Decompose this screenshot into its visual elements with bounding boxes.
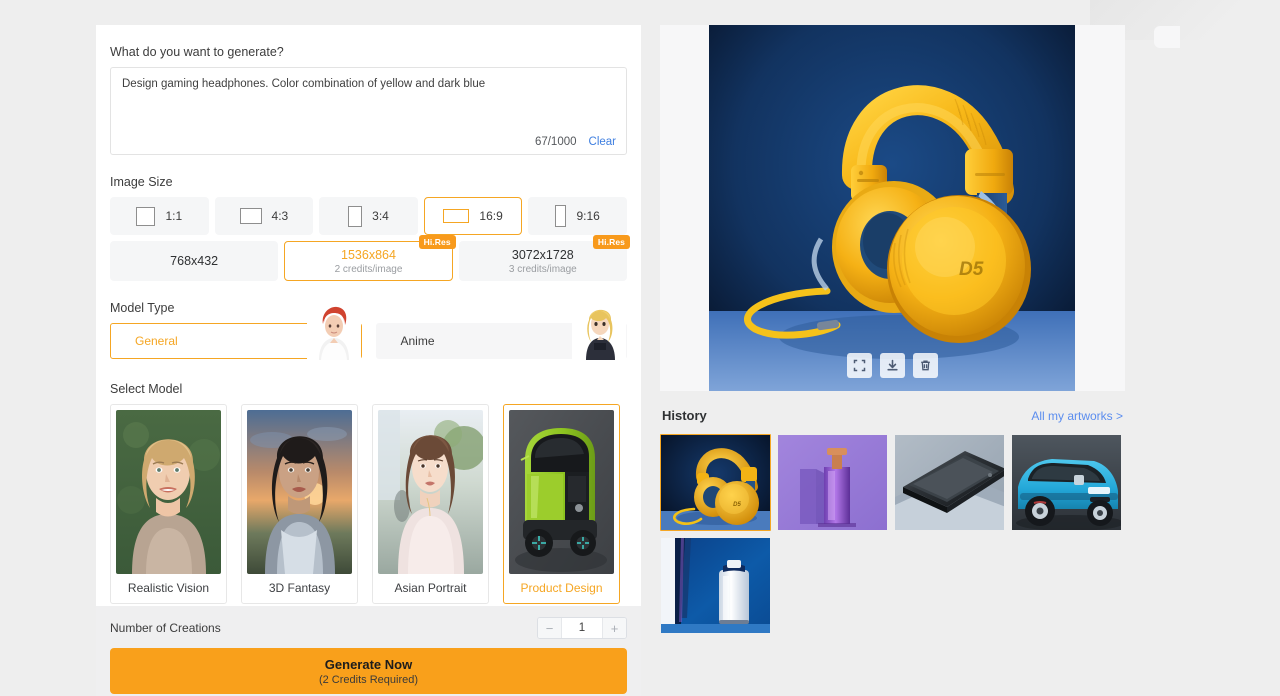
model-thumbnail [378,410,483,574]
svg-text:D5: D5 [733,502,741,508]
generated-image-preview[interactable]: D5 [709,25,1075,391]
creations-label: Number of Creations [110,621,221,635]
ratio-label: 4:3 [271,209,289,223]
trash-icon[interactable] [913,353,938,378]
history-item-purple-perfume-bottle[interactable] [777,434,888,531]
landscape-ratio-icon [239,208,262,224]
history-title: History [662,408,707,423]
resolution-size: 3072x1728 [511,247,574,262]
creations-row: Number of Creations − 1 + [110,616,627,640]
ratio-option-4-3[interactable]: 4:3 [214,197,314,235]
all-my-artworks-link[interactable]: All my artworks > [1031,409,1123,423]
history-thumbnail [661,538,770,633]
model-type-name: Anime [400,334,435,348]
download-icon[interactable] [880,353,905,378]
history-thumbnail [778,435,887,530]
anime-model-avatar [572,300,626,360]
model-type-options: General Anime [110,300,627,360]
clear-prompt-button[interactable]: Clear [589,136,616,148]
ratio-label: 3:4 [372,209,389,223]
prompt-label: What do you want to generate? [110,45,284,59]
app-root: What do you want to generate? Design gam… [0,0,1280,696]
resolution-option-768x432[interactable]: 768x432 [110,241,279,281]
headphone-logo: D5 [959,259,984,280]
model-name: Realistic Vision [127,581,210,595]
generate-subtitle: (2 Credits Required) [318,673,419,686]
prompt-text-value[interactable]: Design gaming headphones. Color combinat… [122,76,614,93]
model-name: Asian Portrait [394,581,467,595]
portrait-ratio-icon [348,205,363,227]
resolution-option-3072x1728[interactable]: Hi.Res 3072x1728 3 credits/image [458,235,630,281]
history-thumbnail: D5 [661,435,770,530]
model-type-label: Model Type [110,301,175,315]
model-list: Realistic Vision 3D Fantasy Asian Portra… [110,404,627,604]
generate-bar: Number of Creations − 1 + Generate Now (… [96,606,641,696]
model-card-3d-fantasy[interactable]: 3D Fantasy [241,404,358,604]
model-card-realistic-vision[interactable]: Realistic Vision [110,404,227,604]
tall-ratio-icon [555,205,567,227]
model-card-asian-portrait[interactable]: Asian Portrait [372,404,489,604]
creations-decrement-button[interactable]: − [538,618,561,638]
resolution-credits: 2 credits/image [334,263,403,275]
ratio-option-16-9[interactable]: 16:9 [423,197,523,235]
model-type-general[interactable]: General [110,300,362,360]
preview-panel: D5 History All my artworks > D5 [660,25,1125,696]
hires-badge: Hi.Res [592,235,630,249]
image-size-label: Image Size [110,175,173,189]
model-thumbnail [247,410,352,574]
creations-increment-button[interactable]: + [603,618,626,638]
model-thumbnail [116,410,221,574]
history-header: History All my artworks > [660,408,1125,423]
hires-badge: Hi.Res [418,235,456,249]
ratio-label: 9:16 [576,209,600,223]
select-model-label: Select Model [110,382,183,396]
model-type-anime[interactable]: Anime [375,300,627,360]
model-name: 3D Fantasy [268,581,331,595]
model-type-name: General [135,334,178,348]
history-thumbnail [1012,435,1121,530]
ratio-option-3-4[interactable]: 3:4 [319,197,418,235]
resolution-size: 768x432 [170,254,219,268]
resolution-options: 768x432 Hi.Res 1536x864 2 credits/image … [110,235,630,281]
general-model-avatar [306,300,361,360]
history-item-blue-suv-car[interactable] [1011,434,1122,531]
history-item-white-bottle-blue-background[interactable] [660,537,771,634]
resolution-option-1536x864[interactable]: Hi.Res 1536x864 2 credits/image [284,235,456,281]
model-name: Product Design [520,581,603,595]
ratio-option-9-16[interactable]: 9:16 [528,197,627,235]
generate-now-button[interactable]: Generate Now (2 Credits Required) [110,648,627,694]
expand-icon[interactable] [847,353,872,378]
history-item-yellow-headphones[interactable]: D5 [660,434,771,531]
square-ratio-icon [136,206,156,226]
ratio-label: 16:9 [479,209,503,223]
prompt-footer: 67/1000 Clear [535,136,616,148]
wide-ratio-icon [443,209,470,223]
history-thumbnail [895,435,1004,530]
aspect-ratio-options: 1:1 4:3 3:4 16:9 9:16 [110,197,627,235]
image-actions-toolbar [660,353,1125,378]
resolution-size: 1536x864 [341,247,396,262]
preview-card: D5 [660,25,1125,391]
history-grid: D5 [660,434,1134,634]
model-card-product-design[interactable]: Product Design [503,404,620,604]
generation-settings-panel: What do you want to generate? Design gam… [96,25,641,696]
generate-title: Generate Now [324,656,413,672]
corner-chip [1154,26,1180,48]
history-item-grey-smartphone[interactable] [894,434,1005,531]
model-thumbnail [509,410,614,574]
resolution-credits: 3 credits/image [508,263,577,275]
settings-scroll-area: What do you want to generate? Design gam… [96,25,641,608]
prompt-input[interactable]: Design gaming headphones. Color combinat… [110,67,627,155]
creations-stepper[interactable]: − 1 + [537,617,627,639]
prompt-char-count: 67/1000 [534,136,577,148]
ratio-label: 1:1 [165,209,183,223]
creations-value[interactable]: 1 [561,618,603,638]
ratio-option-1-1[interactable]: 1:1 [110,197,209,235]
